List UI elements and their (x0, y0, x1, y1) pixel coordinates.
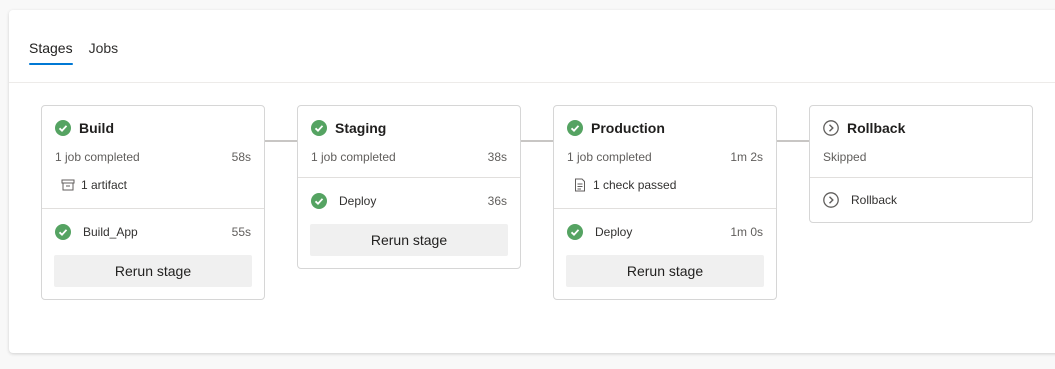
rerun-stage-button[interactable]: Rerun stage (310, 224, 508, 256)
artifact-link[interactable]: 1 artifact (61, 177, 251, 193)
checks-label: 1 check passed (593, 178, 677, 192)
job-time: 36s (487, 194, 507, 208)
checklist-icon (575, 178, 585, 192)
stage-title: Staging (335, 120, 387, 136)
job-name: Rollback (851, 193, 898, 207)
stage-duration: 58s (231, 150, 251, 164)
stage-duration: 38s (487, 150, 507, 164)
rerun-stage-button[interactable]: Rerun stage (54, 255, 252, 287)
stage-card-build[interactable]: Build 1 job completed 58s 1 artifact Bui… (41, 105, 265, 300)
skipped-icon (823, 120, 839, 136)
tab-jobs[interactable]: Jobs (89, 39, 119, 65)
job-name: Deploy (595, 225, 633, 239)
job-time: 1m 0s (730, 225, 763, 239)
stage-title: Production (591, 120, 665, 136)
job-row[interactable]: Deploy 1m 0s (554, 209, 776, 255)
tab-bar: Stages Jobs (29, 39, 118, 65)
tab-stages[interactable]: Stages (29, 39, 73, 65)
skipped-icon (823, 192, 839, 208)
stage-summary: 1 job completed (567, 150, 652, 164)
success-check-icon (567, 224, 583, 240)
success-check-icon (55, 120, 71, 136)
checks-link[interactable]: 1 check passed (573, 177, 763, 193)
stage-title: Rollback (847, 120, 906, 136)
stage-connector (776, 140, 810, 142)
artifact-icon (61, 179, 75, 191)
success-check-icon (567, 120, 583, 136)
stage-connector (520, 140, 554, 142)
stage-connector (264, 140, 298, 142)
success-check-icon (311, 193, 327, 209)
job-row[interactable]: Build_App 55s (42, 209, 264, 255)
job-row[interactable]: Rollback (810, 178, 1032, 222)
stage-card-rollback[interactable]: Rollback Skipped Rollback (809, 105, 1033, 223)
stage-title: Build (79, 120, 114, 136)
stage-card-production[interactable]: Production 1 job completed 1m 2s 1 check… (553, 105, 777, 300)
job-name: Build_App (83, 225, 138, 239)
success-check-icon (311, 120, 327, 136)
tab-divider (9, 82, 1055, 83)
job-name: Deploy (339, 194, 377, 208)
job-time: 55s (231, 225, 251, 239)
stage-duration: 1m 2s (730, 150, 763, 164)
job-row[interactable]: Deploy 36s (298, 178, 520, 224)
artifact-label: 1 artifact (81, 178, 128, 192)
stage-summary: 1 job completed (311, 150, 396, 164)
success-check-icon (55, 224, 71, 240)
stage-summary: Skipped (823, 150, 867, 164)
stage-card-staging[interactable]: Staging 1 job completed 38s Deploy 36s R… (297, 105, 521, 269)
stage-summary: 1 job completed (55, 150, 140, 164)
rerun-stage-button[interactable]: Rerun stage (566, 255, 764, 287)
